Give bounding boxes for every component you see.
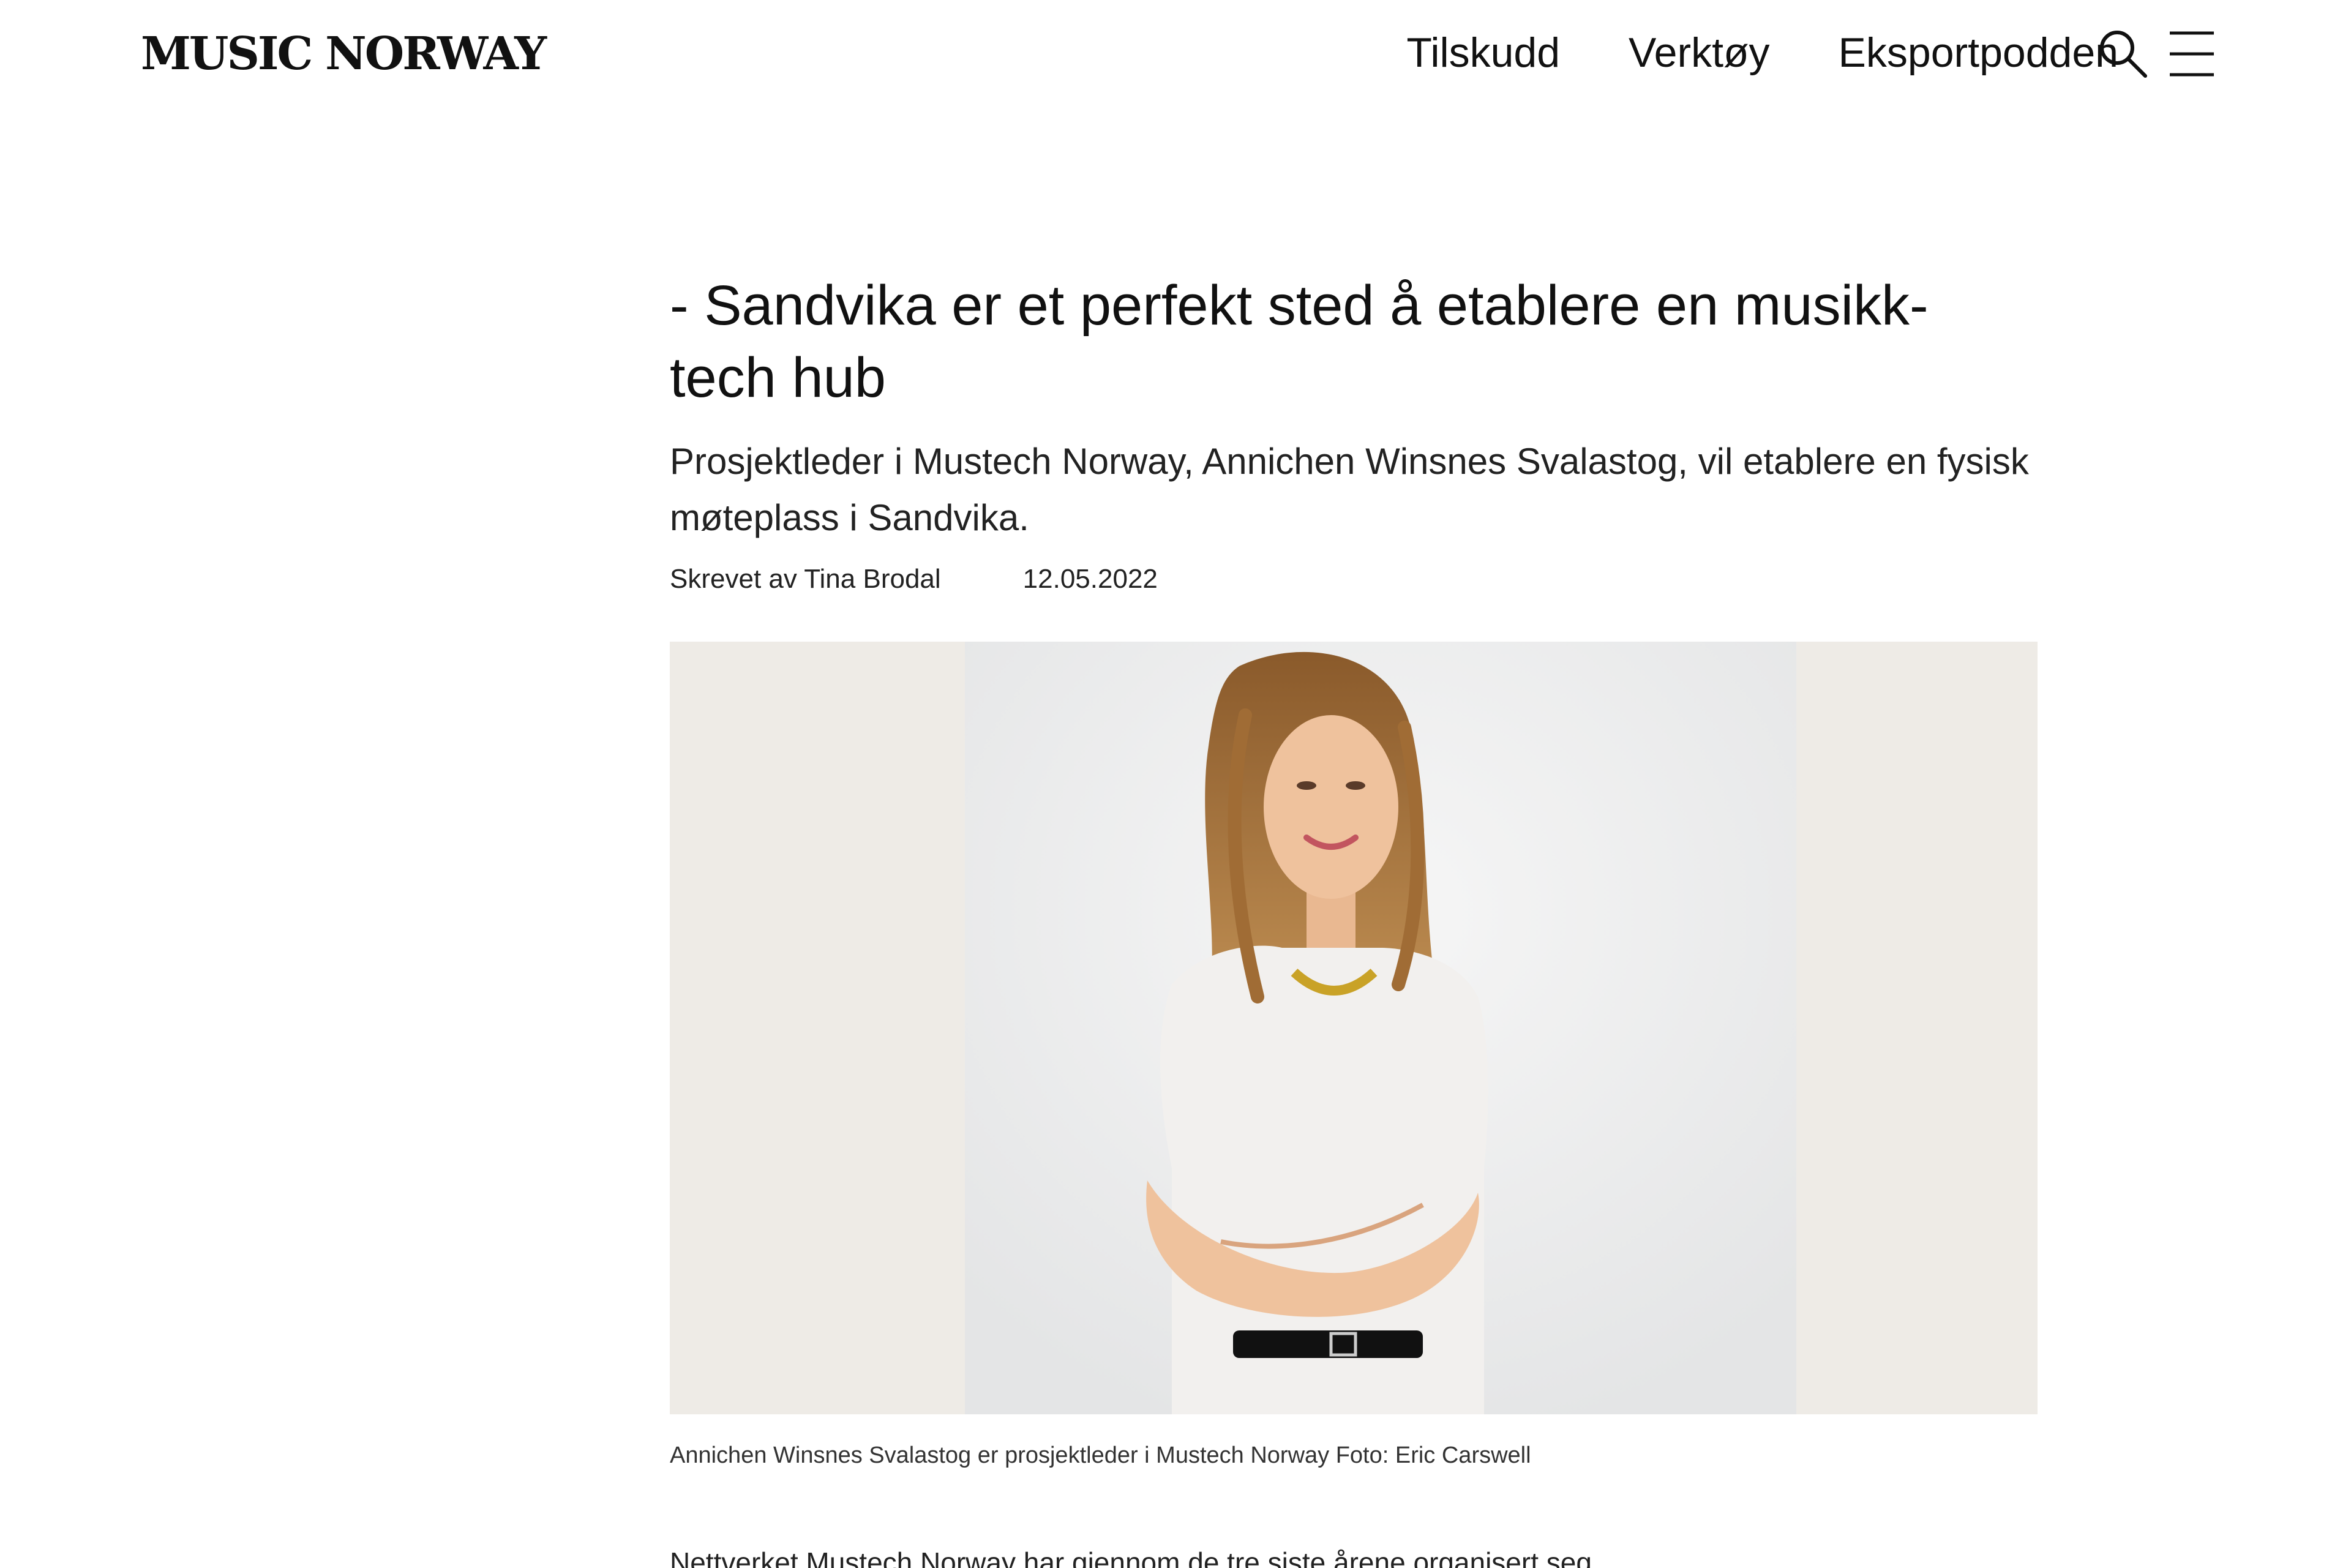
article-body-first-line: Nettverket Mustech Norway har gjennom de…	[670, 1547, 1592, 1568]
portrait-photo	[670, 642, 2038, 1414]
site-header: MUSIC NORWAY Tilskudd Verktøy Eksportpod…	[0, 0, 2351, 110]
page: MUSIC NORWAY Tilskudd Verktøy Eksportpod…	[0, 0, 2351, 1568]
hamburger-menu-icon[interactable]	[2169, 29, 2215, 78]
main-nav: Tilskudd Verktøy Eksportpodden	[1406, 27, 2118, 78]
nav-item-eksportpodden[interactable]: Eksportpodden	[1839, 27, 2118, 78]
article-date: 12.05.2022	[1022, 564, 1158, 594]
nav-item-tilskudd[interactable]: Tilskudd	[1406, 27, 1560, 78]
article-author[interactable]: Skrevet av Tina Brodal	[670, 561, 941, 598]
article-image	[670, 642, 2038, 1414]
site-logo[interactable]: MUSIC NORWAY	[141, 29, 547, 78]
article: - Sandvika er et perfekt sted å etablere…	[670, 269, 2038, 598]
search-icon[interactable]	[2098, 28, 2149, 80]
article-title: - Sandvika er et perfekt sted å etablere…	[670, 274, 1929, 409]
article-meta: Skrevet av Tina Brodal 12.05.2022	[670, 561, 2038, 598]
image-caption: Annichen Winsnes Svalastog er prosjektle…	[670, 1442, 1531, 1468]
article-lede: Prosjektleder i Mustech Norway, Annichen…	[670, 441, 2029, 538]
nav-item-verktoy[interactable]: Verktøy	[1629, 27, 1770, 78]
